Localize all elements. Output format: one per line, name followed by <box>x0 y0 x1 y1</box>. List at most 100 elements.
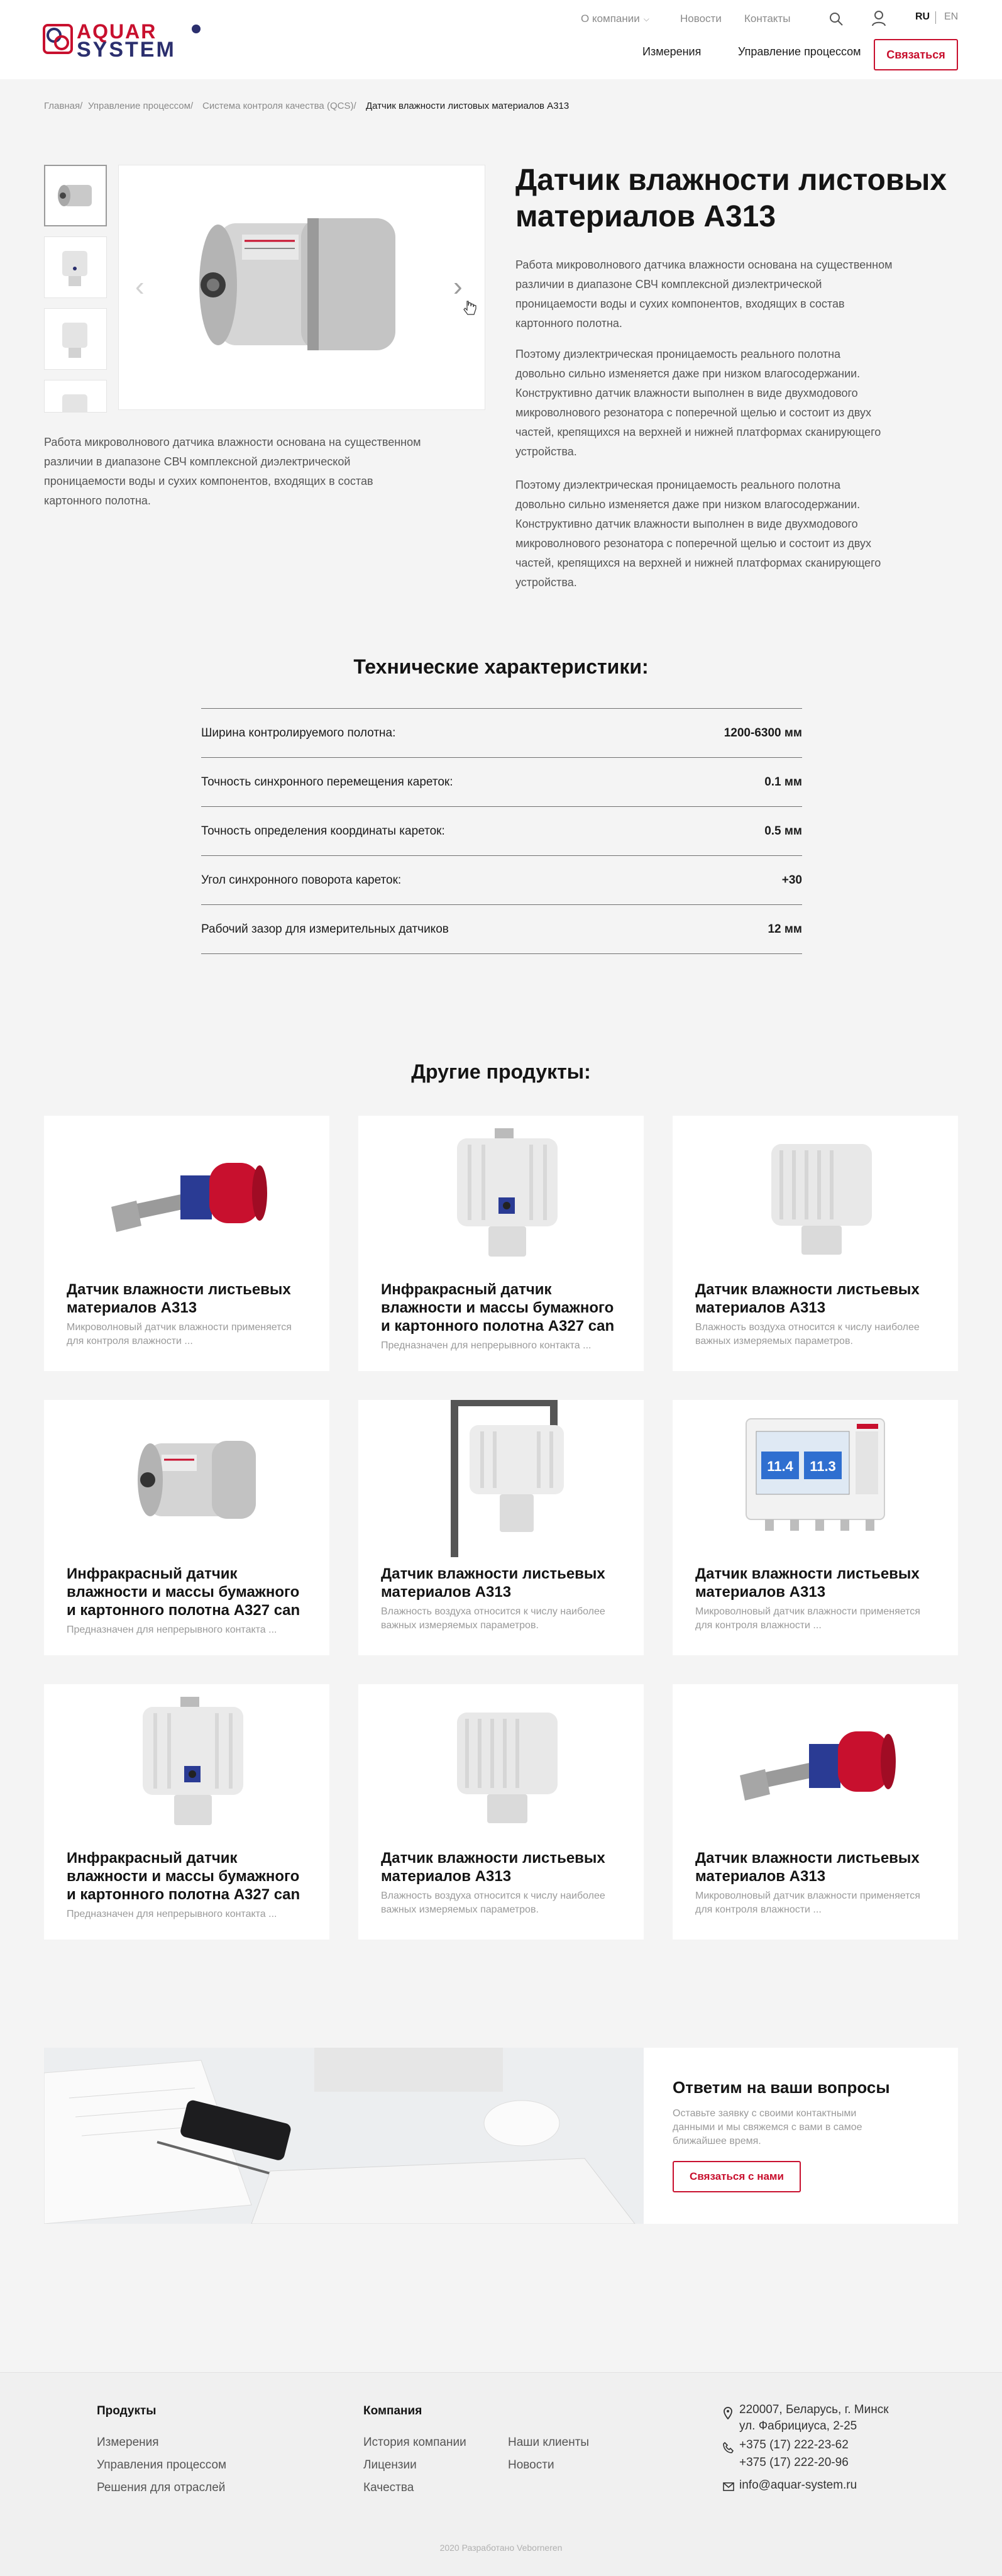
spec-label: Ширина контролируемого полотна: <box>201 726 396 740</box>
breadcrumb-process[interactable]: Управление процессом/ <box>88 101 193 111</box>
footer-phone-2[interactable]: +375 (17) 222-20-96 <box>739 2456 849 2470</box>
product-card[interactable]: Инфракрасный датчик влажности и массы бу… <box>358 1116 644 1371</box>
product-main-image: ‹ › <box>118 165 485 410</box>
product-description-1: Работа микроволнового датчика влажности … <box>515 258 893 330</box>
product-card-title: Инфракрасный датчик влажности и массы бу… <box>67 1565 300 1619</box>
email-icon <box>723 2482 734 2494</box>
footer-link-quality[interactable]: Качества <box>363 2481 414 2495</box>
product-card[interactable]: Датчик влажности листьевых материалов А3… <box>673 1116 958 1371</box>
spec-row: Рабочий зазор для измерительных датчиков… <box>201 904 802 953</box>
panel-reading-1: 11.4 <box>767 1458 793 1474</box>
specs-title: Технические характеристики: <box>353 655 649 678</box>
product-card-description: Влажность воздуха относится к числу наиб… <box>381 1606 605 1631</box>
product-card-title: Инфракрасный датчик влажности и массы бу… <box>381 1281 615 1335</box>
nav-contacts[interactable]: Контакты <box>744 13 790 25</box>
product-card-title: Датчик влажности листьевых материалов А3… <box>67 1281 291 1316</box>
footer-link-news[interactable]: Новости <box>508 2458 554 2472</box>
panel-reading-2: 11.3 <box>810 1458 836 1474</box>
spec-value: 12 мм <box>768 922 802 936</box>
product-thumb-image <box>62 323 87 358</box>
product-card[interactable]: Инфракрасный датчик влажности и массы бу… <box>44 1684 329 1940</box>
product-thumb-image <box>58 185 92 206</box>
footer-link-process-control[interactable]: Управления процессом <box>97 2458 226 2472</box>
product-card-image: 11.4 11.3 <box>673 1400 958 1557</box>
product-card[interactable]: Инфракрасный датчик влажности и массы бу… <box>44 1400 329 1655</box>
product-card-description: Влажность воздуха относится к числу наиб… <box>381 1890 605 1915</box>
product-card[interactable]: 11.4 11.3 Датчик влажности листьевых матер… <box>673 1400 958 1655</box>
breadcrumb-current: Датчик влажности листовых материалов А31… <box>366 101 570 111</box>
nav-about-label: О компании <box>581 13 640 25</box>
nav-about[interactable]: О компании ⌵ <box>581 13 649 25</box>
product-card-description: Микроволновый датчик влажности применяет… <box>67 1322 292 1346</box>
product-card-description: Микроволновый датчик влажности применяет… <box>695 1890 920 1915</box>
lang-en[interactable]: EN <box>944 11 958 23</box>
site-footer: Продукты Измерения Управления процессом … <box>0 2372 1002 2576</box>
spec-row: Точность синхронного перемещения кареток… <box>201 757 802 806</box>
product-card-title: Датчик влажности листьевых материалов А3… <box>695 1281 920 1316</box>
product-card-image <box>673 1116 958 1273</box>
product-card-image <box>673 1684 958 1841</box>
footer-phone-1[interactable]: +375 (17) 222-23-62 <box>739 2438 849 2452</box>
gallery-thumb-1[interactable] <box>44 165 107 226</box>
spec-value: +30 <box>781 873 802 887</box>
footer-link-measurements[interactable]: Измерения <box>97 2436 159 2450</box>
location-icon <box>723 2407 733 2423</box>
lang-divider <box>935 11 936 24</box>
spec-row: Угол синхронного поворота кареток: +30 <box>201 855 802 904</box>
nav-news[interactable]: Новости <box>680 13 722 25</box>
cta-contact-button[interactable]: Связаться с нами <box>673 2161 801 2192</box>
questions-banner: Ответим на ваши вопросы Оставьте заявку … <box>44 2048 958 2224</box>
copyright: 2020 Разработано Veborneren <box>439 2543 563 2553</box>
spec-label: Точность определения координаты кареток: <box>201 824 445 838</box>
product-card-description: Микроволновый датчик влажности применяет… <box>695 1606 920 1631</box>
product-card[interactable]: Датчик влажности листьевых материалов А3… <box>358 1400 644 1655</box>
spec-value: 1200-6300 мм <box>724 726 802 740</box>
cta-text: Оставьте заявку с своими контактными дан… <box>673 2108 862 2146</box>
product-card[interactable]: Датчик влажности листьевых материалов А3… <box>673 1684 958 1940</box>
cta-title: Ответим на ваши вопросы <box>673 2078 890 2097</box>
spec-row: Точность определения координаты кареток:… <box>201 806 802 855</box>
product-card-image <box>44 1684 329 1841</box>
workspace-image <box>44 2048 644 2224</box>
site-logo[interactable]: AQUAR SYSTEM <box>43 20 206 62</box>
spec-value: 0.1 мм <box>764 775 802 789</box>
contact-button[interactable]: Связаться <box>874 39 958 70</box>
footer-link-licenses[interactable]: Лицензии <box>363 2458 417 2472</box>
phone-icon <box>723 2441 734 2457</box>
user-icon[interactable] <box>871 10 886 30</box>
gallery-next-arrow[interactable]: › <box>453 271 463 303</box>
product-card-image <box>44 1116 329 1273</box>
nav-measurements[interactable]: Измерения <box>642 45 701 58</box>
footer-link-clients[interactable]: Наши клиенты <box>508 2436 589 2450</box>
product-card-title: Датчик влажности листьевых материалов А3… <box>381 1850 605 1885</box>
product-card-description: Влажность воздуха относится к числу наиб… <box>695 1322 920 1346</box>
product-card-description: Предназначен для непрерывного контакта .… <box>67 1909 277 1919</box>
product-description-3: Поэтому диэлектрическая проницаемость ре… <box>515 479 881 589</box>
nav-process-control[interactable]: Управление процессом <box>738 45 861 58</box>
product-card-image <box>358 1400 644 1557</box>
breadcrumb-home[interactable]: Главная/ <box>44 101 82 111</box>
breadcrumb-qcs[interactable]: Система контроля качества (QCS)/ <box>202 101 356 111</box>
product-thumb-image <box>62 394 87 412</box>
site-header: AQUAR SYSTEM О компании ⌵ Новости Контак… <box>0 0 1002 79</box>
product-card-image <box>44 1400 329 1557</box>
product-card[interactable]: Датчик влажности листьевых материалов А3… <box>358 1684 644 1940</box>
gallery-thumb-2[interactable] <box>44 236 107 298</box>
gallery-thumb-3[interactable] <box>44 308 107 370</box>
product-caption: Работа микроволнового датчика влажности … <box>44 436 421 507</box>
chevron-down-icon: ⌵ <box>643 14 649 23</box>
footer-link-industry-solutions[interactable]: Решения для отраслей <box>97 2481 225 2495</box>
product-thumb-image <box>62 251 87 286</box>
footer-email[interactable]: info@aquar-system.ru <box>739 2479 857 2492</box>
search-icon[interactable] <box>829 11 844 30</box>
product-card[interactable]: Датчик влажности листьевых материалов А3… <box>44 1116 329 1371</box>
product-card-description: Предназначен для непрерывного контакта .… <box>67 1624 277 1635</box>
spec-value: 0.5 мм <box>764 824 802 838</box>
spec-label: Точность синхронного перемещения кареток… <box>201 775 453 789</box>
lang-ru[interactable]: RU <box>915 11 930 23</box>
footer-link-history[interactable]: История компании <box>363 2436 466 2450</box>
logo-text-bottom: SYSTEM <box>77 38 176 62</box>
product-card-description: Предназначен для непрерывного контакта .… <box>381 1340 592 1351</box>
gallery-prev-arrow[interactable]: ‹ <box>135 271 145 303</box>
gallery-thumb-4[interactable] <box>44 380 107 413</box>
